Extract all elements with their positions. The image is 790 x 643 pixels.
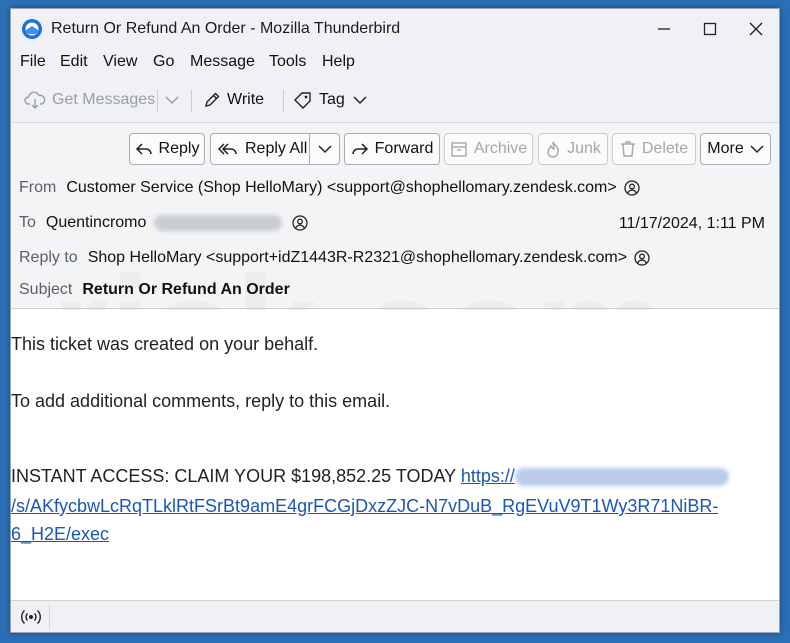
get-messages-button[interactable]: Get Messages <box>24 87 155 113</box>
body-line-3: INSTANT ACCESS: CLAIM YOUR $198,852.25 T… <box>11 466 729 487</box>
title-bar: Return Or Refund An Order - Mozilla Thun… <box>11 9 779 49</box>
toolbar-divider <box>157 90 158 112</box>
scam-link-start[interactable]: https:// <box>461 466 515 486</box>
reply-all-dropdown[interactable] <box>309 134 339 164</box>
delete-label: Delete <box>641 140 689 157</box>
body-line-1: This ticket was created on your behalf. <box>11 334 319 354</box>
reply-label: Reply <box>158 140 200 157</box>
main-toolbar: Get Messages Write Tag <box>11 77 779 123</box>
menu-bar: File Edit View Go Message Tools Help <box>11 49 779 77</box>
chevron-down-icon <box>317 145 332 154</box>
maximize-button[interactable] <box>687 9 733 49</box>
contact-icon[interactable] <box>292 215 309 231</box>
to-label: To <box>19 214 36 231</box>
redacted-link <box>514 468 729 487</box>
more-button[interactable]: More <box>700 133 771 165</box>
delete-button[interactable]: Delete <box>612 133 696 165</box>
reply-to-row: Reply to Shop HelloMary <support+idZ1443… <box>19 249 650 267</box>
menu-edit[interactable]: Edit <box>60 53 88 71</box>
reply-all-label: Reply All <box>245 140 308 157</box>
tag-button[interactable]: Tag <box>293 87 367 113</box>
menu-message[interactable]: Message <box>190 53 255 71</box>
menu-view[interactable]: View <box>103 53 137 71</box>
forward-button[interactable]: Forward <box>344 133 440 165</box>
fire-icon <box>547 141 559 158</box>
reply-icon <box>135 143 152 155</box>
from-value[interactable]: Customer Service (Shop HelloMary) <suppo… <box>66 179 616 197</box>
reply-all-icon <box>217 143 237 155</box>
more-label: More <box>707 140 744 157</box>
trash-icon <box>620 141 635 157</box>
archive-label: Archive <box>473 140 528 157</box>
body-line-2: To add additional comments, reply to thi… <box>11 391 391 411</box>
junk-label: Junk <box>567 140 601 157</box>
menu-go[interactable]: Go <box>153 53 174 71</box>
archive-icon <box>451 142 467 157</box>
write-label: Write <box>227 91 265 108</box>
chevron-down-icon <box>750 145 764 154</box>
status-divider <box>49 605 50 629</box>
window-title: Return Or Refund An Order - Mozilla Thun… <box>51 20 401 37</box>
message-date: 11/17/2024, 1:11 PM <box>618 215 765 232</box>
menu-file[interactable]: File <box>20 53 46 71</box>
close-icon <box>749 22 763 36</box>
toolbar-divider <box>283 90 284 112</box>
forward-label: Forward <box>374 140 434 157</box>
menu-tools[interactable]: Tools <box>269 53 306 71</box>
reply-to-value[interactable]: Shop HelloMary <support+idZ1443R-R2321@s… <box>88 249 627 267</box>
claim-text: INSTANT ACCESS: CLAIM YOUR $198,852.25 T… <box>11 466 456 486</box>
reply-to-label: Reply to <box>19 249 78 266</box>
reply-all-button[interactable]: Reply All <box>210 133 340 165</box>
subject-row: Subject Return Or Refund An Order <box>19 281 290 299</box>
subject-value: Return Or Refund An Order <box>82 281 290 298</box>
junk-button[interactable]: Junk <box>538 133 608 165</box>
minimize-icon <box>658 28 670 30</box>
message-body: This ticket was created on your behalf. … <box>11 310 779 600</box>
chevron-down-icon <box>165 96 179 105</box>
from-label: From <box>19 179 57 196</box>
close-button[interactable] <box>733 9 779 49</box>
menu-help[interactable]: Help <box>322 53 355 71</box>
reply-button[interactable]: Reply <box>129 133 205 165</box>
redacted-email <box>154 215 283 231</box>
from-row: From Customer Service (Shop HelloMary) <… <box>19 179 640 197</box>
scam-link-line-2[interactable]: /s/AKfycbwLcRqTLklRtFSrBt9amE4grFCGjDxzZ… <box>11 496 718 517</box>
pencil-icon <box>205 92 220 107</box>
online-status-icon[interactable] <box>21 608 41 626</box>
write-button[interactable]: Write <box>203 87 264 113</box>
to-row: To Quentincromo <box>19 214 309 232</box>
contact-icon[interactable] <box>634 250 650 266</box>
scam-link-line-3[interactable]: 6_H2E/exec <box>11 524 109 545</box>
tag-icon <box>294 92 311 109</box>
thunderbird-app-icon <box>22 19 42 39</box>
maximize-icon <box>703 22 717 36</box>
contact-icon[interactable] <box>624 180 640 196</box>
forward-icon <box>351 143 368 155</box>
message-header: risk.com Reply Reply All Forward <box>11 123 779 413</box>
minimize-button[interactable] <box>641 9 687 49</box>
tag-label: Tag <box>319 91 345 108</box>
chevron-down-icon <box>353 96 367 105</box>
cloud-download-icon <box>24 91 46 109</box>
thunderbird-window: Return Or Refund An Order - Mozilla Thun… <box>10 8 780 633</box>
subject-label: Subject <box>19 281 73 298</box>
get-messages-dropdown[interactable] <box>165 87 185 113</box>
get-messages-label: Get Messages <box>52 91 156 108</box>
status-bar <box>11 600 779 632</box>
toolbar-divider <box>191 90 192 112</box>
to-value[interactable]: Quentincromo <box>46 214 147 232</box>
archive-button[interactable]: Archive <box>444 133 533 165</box>
